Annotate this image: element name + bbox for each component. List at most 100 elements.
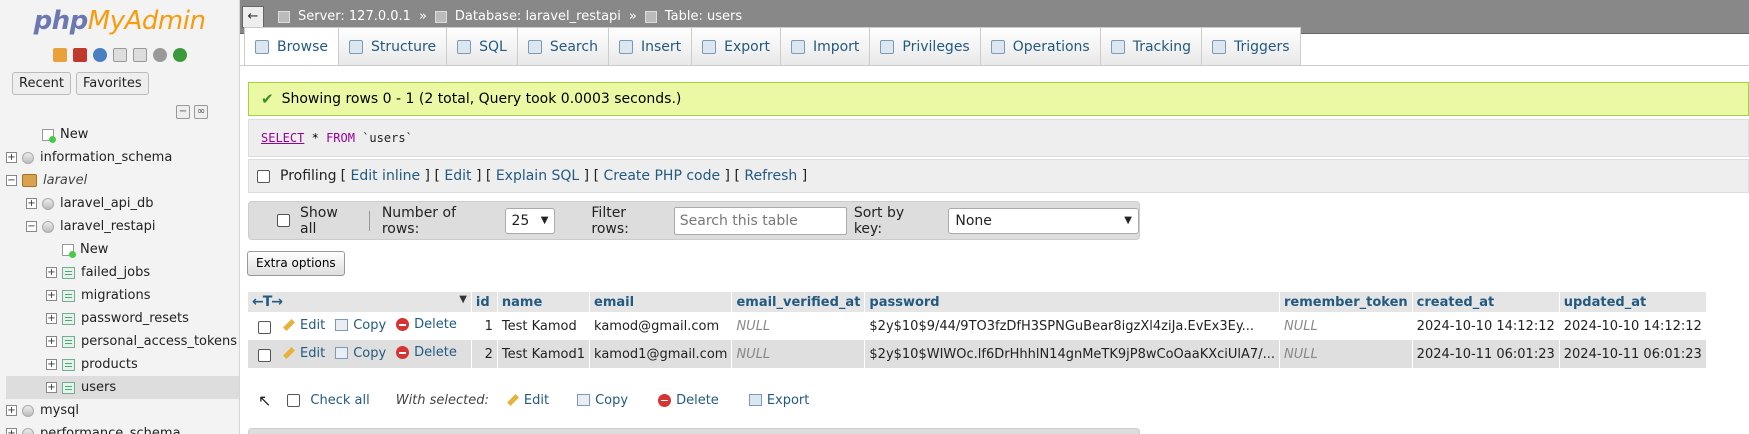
cell-remember_token[interactable]: NULL xyxy=(1279,312,1413,340)
expand-icon[interactable]: + xyxy=(6,405,17,416)
tree-item-label[interactable]: migrations xyxy=(81,288,151,303)
sql-query-box[interactable]: SELECT * FROM `users` xyxy=(248,119,1749,157)
profiling-link[interactable]: Explain SQL xyxy=(496,168,579,184)
row-copy-button[interactable]: Copy xyxy=(335,346,386,361)
expand-icon[interactable]: + xyxy=(6,428,17,434)
tree-item[interactable]: + users xyxy=(6,376,239,399)
expand-icon[interactable]: + xyxy=(46,382,57,393)
cell-email[interactable]: kamod@gmail.com xyxy=(589,312,733,340)
reload-icon[interactable] xyxy=(172,48,187,62)
check-all-checkbox[interactable] xyxy=(287,393,301,407)
profiling-link[interactable]: Create PHP code xyxy=(604,168,721,184)
cell-email[interactable]: kamod1@gmail.com xyxy=(589,340,733,368)
bulk-delete-button[interactable]: Delete xyxy=(658,393,719,408)
sort-select[interactable]: None ▼ xyxy=(948,207,1139,234)
tree-item-label[interactable]: password_resets xyxy=(81,311,189,326)
tab-sql[interactable]: SQL xyxy=(446,27,518,65)
cell-id[interactable]: 1 xyxy=(471,312,498,340)
row-delete-button[interactable]: Delete xyxy=(396,345,457,360)
arrows-icon[interactable]: ←T→ xyxy=(252,294,283,310)
tree-item[interactable]: + laravel_api_db xyxy=(6,192,239,215)
tree-item-label[interactable]: New xyxy=(80,242,108,257)
home-icon[interactable] xyxy=(52,48,67,62)
sql-keyword-select[interactable]: SELECT xyxy=(261,131,304,145)
profiling-link[interactable]: Edit xyxy=(444,168,471,184)
cell-email_verified_at[interactable]: NULL xyxy=(731,340,866,368)
tree-item[interactable]: − laravel_restapi xyxy=(6,215,239,238)
cell-created_at[interactable]: 2024-10-11 06:01:23 xyxy=(1412,340,1560,368)
tree-item[interactable]: + personal_access_tokens xyxy=(6,330,239,353)
breadcrumb-table[interactable]: Table: users xyxy=(665,9,742,24)
filter-input[interactable]: Search this table xyxy=(673,206,847,235)
expand-icon[interactable]: + xyxy=(46,359,57,370)
profiling-link[interactable]: Refresh xyxy=(744,168,797,184)
tree-item-label[interactable]: laravel xyxy=(43,173,87,188)
tree-item[interactable]: + information_schema xyxy=(6,146,239,169)
chevron-down-icon[interactable]: ▼ xyxy=(459,294,467,305)
logout-icon[interactable] xyxy=(72,48,87,62)
cell-id[interactable]: 2 xyxy=(471,340,498,368)
tree-item-label[interactable]: laravel_restapi xyxy=(60,219,155,234)
tree-item-label[interactable]: users xyxy=(81,380,116,395)
collapse-icon[interactable]: − xyxy=(6,175,17,186)
row-checkbox[interactable] xyxy=(258,349,271,362)
tree-item-label[interactable]: products xyxy=(81,357,138,372)
tree-item[interactable]: + password_resets xyxy=(6,307,239,330)
tree-item-label[interactable]: mysql xyxy=(40,403,79,418)
column-header-email[interactable]: email xyxy=(589,292,733,312)
tree-item-label[interactable]: performance_schema xyxy=(40,426,181,434)
breadcrumb-database[interactable]: Database: laravel_restapi xyxy=(455,9,621,24)
column-header-password[interactable]: password xyxy=(864,292,1280,312)
column-header-id[interactable]: id xyxy=(471,292,498,312)
tab-triggers[interactable]: Triggers xyxy=(1201,27,1301,65)
column-header-name[interactable]: name xyxy=(497,292,591,312)
tab-tracking[interactable]: Tracking xyxy=(1099,27,1202,65)
breadcrumb-server[interactable]: Server: 127.0.0.1 xyxy=(298,9,411,24)
bulk-edit-button[interactable]: Edit xyxy=(506,393,549,408)
cell-updated_at[interactable]: 2024-10-11 06:01:23 xyxy=(1559,340,1707,368)
expand-icon[interactable]: + xyxy=(46,313,57,324)
tree-item[interactable]: + migrations xyxy=(6,284,239,307)
cell-remember_token[interactable]: NULL xyxy=(1279,340,1413,368)
tree-item[interactable]: + performance_schema xyxy=(6,422,239,434)
bulk-copy-button[interactable]: Copy xyxy=(577,393,628,408)
collapse-all-icon[interactable]: − xyxy=(176,105,190,119)
expand-icon[interactable]: + xyxy=(46,290,57,301)
column-header-email_verified_at[interactable]: email_verified_at xyxy=(731,292,866,312)
row-edit-button[interactable]: Edit xyxy=(283,318,325,333)
cell-name[interactable]: Test Kamod1 xyxy=(497,340,591,368)
link-icon[interactable]: ∞ xyxy=(194,105,208,119)
expand-icon[interactable]: + xyxy=(46,336,57,347)
tab-privileges[interactable]: Privileges xyxy=(869,27,981,65)
extra-options-button[interactable]: Extra options xyxy=(247,251,345,276)
collapse-panel-icon[interactable]: ← xyxy=(242,5,264,28)
column-header-remember_token[interactable]: remember_token xyxy=(1279,292,1413,312)
column-controls[interactable]: ←T→ ▼ xyxy=(248,292,472,312)
tab-operations[interactable]: Operations xyxy=(979,27,1101,65)
cell-updated_at[interactable]: 2024-10-10 14:12:12 xyxy=(1559,312,1707,340)
expand-icon[interactable]: + xyxy=(6,152,17,163)
gear-icon[interactable] xyxy=(152,48,167,62)
bulk-export-button[interactable]: Export xyxy=(748,393,809,408)
tab-import[interactable]: Import xyxy=(779,27,871,65)
rows-select[interactable]: 25 ▼ xyxy=(504,207,556,234)
tab-browse[interactable]: Browse xyxy=(244,27,339,65)
tree-item-label[interactable]: New xyxy=(60,127,88,142)
tree-item-label[interactable]: personal_access_tokens xyxy=(81,334,237,349)
tree-item[interactable]: + failed_jobs xyxy=(6,261,239,284)
show-all-checkbox[interactable] xyxy=(277,214,290,227)
tab-search[interactable]: Search xyxy=(516,27,609,65)
row-delete-button[interactable]: Delete xyxy=(396,317,457,332)
cell-created_at[interactable]: 2024-10-10 14:12:12 xyxy=(1412,312,1560,340)
favorites-button[interactable]: Favorites xyxy=(75,72,149,95)
expand-icon[interactable]: + xyxy=(26,198,37,209)
phpmyadmin-logo[interactable]: phpMyAdmin xyxy=(0,0,239,46)
tree-item-label[interactable]: information_schema xyxy=(40,150,172,165)
tab-insert[interactable]: Insert xyxy=(607,27,693,65)
tree-item-label[interactable]: laravel_api_db xyxy=(60,196,154,211)
tree-item[interactable]: + products xyxy=(6,353,239,376)
help-icon[interactable] xyxy=(92,48,107,62)
row-checkbox[interactable] xyxy=(258,321,271,334)
tree-item[interactable]: + mysql xyxy=(6,399,239,422)
expand-icon[interactable]: + xyxy=(46,267,57,278)
